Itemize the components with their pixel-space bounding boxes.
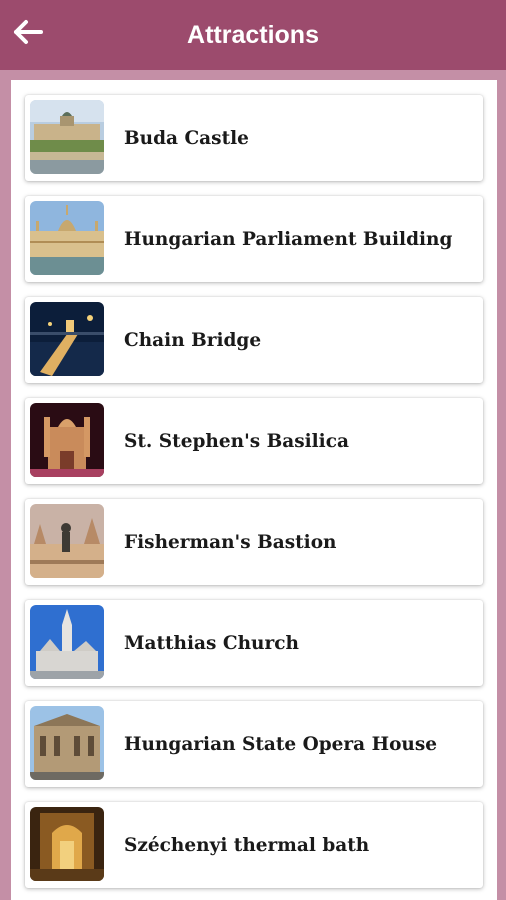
- attraction-item-buda-castle[interactable]: Buda Castle: [25, 95, 483, 181]
- matthias-church-thumbnail: [30, 605, 104, 679]
- attraction-item-fishermans-bastion[interactable]: Fisherman's Bastion: [25, 499, 483, 585]
- attraction-item-matthias-church[interactable]: Matthias Church: [25, 600, 483, 686]
- page-title: Attractions: [187, 20, 319, 49]
- attraction-item-opera-house[interactable]: Hungarian State Opera House: [25, 701, 483, 787]
- attraction-name: Matthias Church: [124, 632, 299, 654]
- attraction-item-basilica[interactable]: St. Stephen's Basilica: [25, 398, 483, 484]
- attraction-name: Hungarian Parliament Building: [124, 228, 453, 250]
- attraction-item-thermal-bath[interactable]: Széchenyi thermal bath: [25, 802, 483, 888]
- arrow-left-icon: [12, 16, 44, 53]
- attraction-list: Buda Castle Hungarian Parliament Buildin…: [25, 95, 483, 900]
- buda-castle-thumbnail: [30, 100, 104, 174]
- attraction-item-chain-bridge[interactable]: Chain Bridge: [25, 297, 483, 383]
- attraction-name: Széchenyi thermal bath: [124, 834, 370, 856]
- basilica-thumbnail: [30, 403, 104, 477]
- thermal-bath-thumbnail: [30, 807, 104, 881]
- attraction-name: Chain Bridge: [124, 329, 262, 351]
- parliament-thumbnail: [30, 201, 104, 275]
- back-button[interactable]: [10, 16, 46, 52]
- attraction-name: Buda Castle: [124, 127, 249, 149]
- bastion-thumbnail: [30, 504, 104, 578]
- attraction-name: Fisherman's Bastion: [124, 531, 337, 553]
- chain-bridge-thumbnail: [30, 302, 104, 376]
- attraction-name: Hungarian State Opera House: [124, 733, 438, 755]
- opera-house-thumbnail: [30, 706, 104, 780]
- app-bar: Attractions: [0, 0, 506, 70]
- content-panel: Buda Castle Hungarian Parliament Buildin…: [11, 80, 497, 900]
- attraction-item-parliament[interactable]: Hungarian Parliament Building: [25, 196, 483, 282]
- attraction-name: St. Stephen's Basilica: [124, 430, 349, 452]
